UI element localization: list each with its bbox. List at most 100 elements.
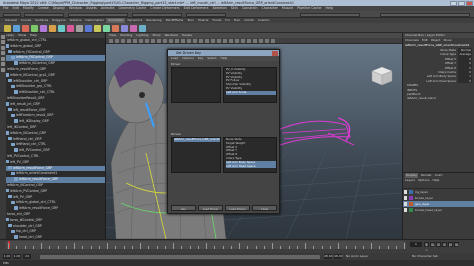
- time-slider[interactable]: 1 |< <| < > |> >|: [0, 239, 474, 253]
- visibility-toggle-icon[interactable]: [404, 196, 407, 200]
- input-line[interactable]: [300, 12, 360, 17]
- shelf-tool-icon[interactable]: [49, 24, 56, 32]
- sidebar-toggle-icons[interactable]: [380, 12, 470, 17]
- sdk-menu-key[interactable]: Key: [198, 56, 203, 61]
- outliner-item-label: left_PV_GRP: [13, 194, 33, 199]
- range-end-field[interactable]: 24: [23, 254, 31, 259]
- go-to-end-button[interactable]: >|: [454, 242, 459, 247]
- driven-node-list[interactable]: leftArm_resultForce_GRP_orientConstraint…: [171, 137, 221, 173]
- load-driven-button[interactable]: Load Driven: [225, 205, 250, 211]
- shelf-tool-icon[interactable]: [112, 24, 119, 32]
- shelf-tool-icon[interactable]: [13, 24, 20, 32]
- shelf-tool-icon[interactable]: [121, 24, 128, 32]
- shelf-tool-icon[interactable]: [58, 24, 65, 32]
- channel-attribute-value[interactable]: 0: [458, 78, 472, 84]
- shelf-tool-icon[interactable]: [85, 24, 92, 32]
- driven-section: Driven leftArm_resultForce_GRP_orientCon…: [171, 132, 277, 173]
- select-tool-icon[interactable]: [1, 34, 5, 39]
- layer-menu-help[interactable]: Help: [433, 178, 440, 183]
- layer-menu-layers[interactable]: Layers: [405, 178, 415, 183]
- sdk-menu-select[interactable]: Select: [207, 56, 216, 61]
- outliner-item-label: leftShoulder_grp_CTRL: [16, 84, 53, 89]
- driver-node-list[interactable]: [171, 67, 221, 103]
- paint-select-tool-icon[interactable]: [1, 45, 5, 50]
- lasso-tool-icon[interactable]: [1, 40, 5, 44]
- shelf-tool-icon[interactable]: [31, 24, 38, 32]
- visibility-toggle-icon[interactable]: [404, 190, 407, 194]
- frame-tick: [49, 246, 50, 249]
- menu-set-dropdown[interactable]: [3, 12, 21, 17]
- shelf-tool-icon[interactable]: [4, 24, 11, 32]
- frame-tick: [32, 246, 34, 249]
- frame-tick: [65, 246, 67, 249]
- sdk-menu-options[interactable]: Options: [182, 56, 194, 61]
- driver-section: Driver PV_X Visibility PV Visibility PV Vi…: [171, 62, 277, 103]
- list-item[interactable]: leftArm_resultForce_GRP_orientConstraint…: [174, 138, 220, 142]
- visibility-toggle-icon[interactable]: [404, 208, 407, 212]
- close-button[interactable]: [466, 0, 473, 6]
- shelf-tool-icon[interactable]: [40, 24, 47, 32]
- character-set-label[interactable]: No Character Set: [412, 253, 438, 260]
- layer-color-swatch[interactable]: [409, 208, 413, 212]
- playback-start-field[interactable]: 1.00: [13, 254, 21, 259]
- shelf-tool-icon[interactable]: [130, 24, 137, 32]
- anim-layer-label[interactable]: No Anim Layer: [346, 253, 368, 260]
- close-editor-button[interactable]: Close: [252, 205, 277, 211]
- time-slider-ticks[interactable]: [6, 241, 406, 249]
- visibility-toggle-icon[interactable]: [404, 202, 407, 206]
- shelf-tool-icon[interactable]: [94, 24, 101, 32]
- play-backwards-button[interactable]: <: [436, 242, 441, 247]
- command-line[interactable]: MEL: [0, 260, 474, 266]
- snap-icons[interactable]: [132, 12, 182, 17]
- list-item[interactable]: Left Arm Scale: [226, 90, 276, 95]
- sdk-menu-help[interactable]: Help: [221, 56, 228, 61]
- list-item[interactable]: Left Arm Head Space: [226, 164, 276, 169]
- outliner-item-label: hip_ctrl_GRP: [16, 229, 36, 234]
- anim-start-field[interactable]: 1.00: [3, 254, 11, 259]
- transform-node-icon: [11, 229, 15, 234]
- transform-node-icon: [14, 177, 18, 181]
- file-tools-icons[interactable]: [24, 12, 64, 17]
- current-frame-field[interactable]: 1: [410, 242, 422, 247]
- minimize-button[interactable]: [450, 0, 457, 6]
- channel-box-section[interactable]: leftArm_result_blend: [407, 96, 474, 100]
- play-forwards-button[interactable]: >: [442, 242, 447, 247]
- go-to-start-button[interactable]: |<: [424, 242, 429, 252]
- shelf-tool-icon[interactable]: [139, 24, 146, 32]
- frame-tick: [247, 246, 248, 249]
- driven-attribute-list[interactable]: Node State Target Weight Offset X Offset YO…: [223, 137, 277, 173]
- layer-menu-options[interactable]: Options: [418, 178, 430, 183]
- layer-color-swatch[interactable]: [409, 202, 413, 206]
- step-back-key-button[interactable]: <|: [430, 242, 435, 247]
- frame-tick: [313, 246, 314, 249]
- anim-end-field[interactable]: 48.00: [334, 254, 343, 259]
- shelf-tool-icon[interactable]: [67, 24, 74, 32]
- driver-attribute-list[interactable]: PV_X Visibility PV Visibility PV Visibilit…: [223, 67, 277, 103]
- key-button[interactable]: Key: [171, 205, 196, 211]
- shelf-tool-icon[interactable]: [103, 24, 110, 32]
- outliner-item-label: leftArm_IKControl_GRP: [10, 130, 46, 135]
- layer-row[interactable]: bones_head_layer: [403, 207, 474, 213]
- shelf-tool-icon[interactable]: [76, 24, 83, 32]
- shelf-tool-icon[interactable]: [22, 24, 29, 32]
- set-driven-key-close-button[interactable]: [272, 50, 278, 56]
- load-driver-button[interactable]: Load Driver: [198, 205, 223, 211]
- sdk-menu-load[interactable]: Load: [171, 56, 178, 61]
- tool-box: [0, 33, 6, 239]
- manipulator-tool-icon[interactable]: [1, 67, 5, 72]
- range-bar[interactable]: [40, 254, 320, 259]
- view-cube[interactable]: [371, 66, 393, 86]
- selected-arm-controls[interactable]: [275, 117, 355, 146]
- frame-tick: [280, 246, 281, 249]
- step-forward-key-button[interactable]: |>: [448, 242, 453, 247]
- frame-tick: [148, 246, 149, 249]
- layer-color-swatch[interactable]: [409, 196, 413, 200]
- playback-end-field[interactable]: 48.00: [324, 254, 333, 259]
- selection-mask-icons[interactable]: [68, 12, 128, 17]
- move-tool-icon[interactable]: [1, 51, 5, 55]
- render-icons[interactable]: [186, 12, 226, 17]
- scale-tool-icon[interactable]: [1, 62, 5, 66]
- maximize-button[interactable]: [458, 0, 465, 6]
- rotate-tool-icon[interactable]: [1, 56, 5, 61]
- layer-color-swatch[interactable]: [409, 190, 413, 194]
